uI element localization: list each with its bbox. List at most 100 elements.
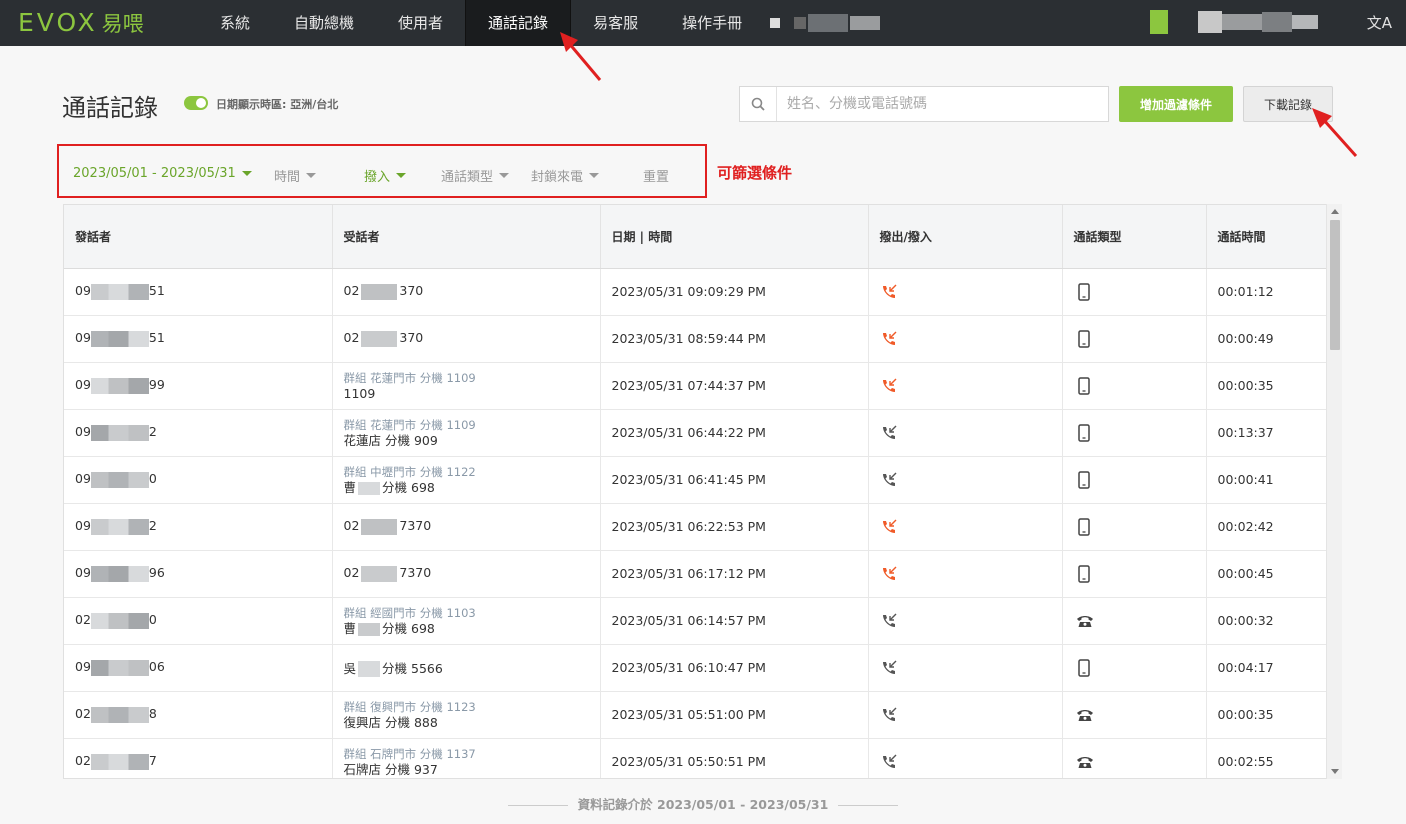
redacted-user-info[interactable] (1150, 10, 1318, 34)
redacted-number (90, 330, 149, 347)
caller-cell: 09 2 (64, 409, 333, 457)
search-box (739, 86, 1109, 122)
direction-cell (868, 456, 1063, 504)
callee-suffix: 分機 5566 (382, 660, 443, 676)
call-type-filter-label: 通話類型 (441, 170, 494, 185)
table-row[interactable]: 09 51 02 370 2023/05/31 08:59:44 PM 00:00:49 (64, 315, 1327, 363)
scroll-down-icon[interactable] (1331, 769, 1339, 774)
datetime-cell: 2023/05/31 06:22:53 PM (600, 503, 869, 551)
scroll-up-icon[interactable] (1331, 209, 1339, 214)
callee-group: 群組 花蓮門市 分機 1109 (343, 417, 476, 432)
call-type-cell (1062, 362, 1207, 410)
duration-cell: 00:04:17 (1206, 644, 1327, 692)
caller-prefix: 09 (75, 330, 91, 346)
logo-text: EVOX (18, 8, 98, 37)
reset-filters-button[interactable]: 重置 (643, 166, 669, 185)
table-header-row: 發話者 受話者 日期 | 時間 撥出/撥入 通話類型 通話時間 (64, 205, 1327, 269)
header-callee[interactable]: 受話者 (332, 205, 601, 269)
timezone-label: 日期顯示時區: 亞洲/台北 (216, 98, 339, 111)
callee-cell: 02 7370 (332, 503, 601, 551)
page-title: 通話記錄 (62, 94, 158, 122)
direction-cell (868, 315, 1063, 363)
table-row[interactable]: 09 0 群組 中壢門市 分機 1122 曹 分機 698 2023/05/31 06:4… (64, 456, 1327, 504)
time-filter-label: 時間 (274, 170, 301, 185)
caller-cell: 09 2 (64, 503, 333, 551)
table-row[interactable]: 09 2 群組 花蓮門市 分機 1109 花蓮店 分機 909 2023/05/31 0… (64, 409, 1327, 457)
call-type-cell (1062, 456, 1207, 504)
callee-prefix: 02 (343, 518, 360, 534)
table-row[interactable]: 02 7 群組 石牌門市 分機 1137 石牌店 分機 937 2023/05/31 0… (64, 738, 1327, 778)
mobile-phone-icon (1077, 470, 1090, 489)
callee-group: 群組 復興門市 分機 1123 (343, 699, 476, 714)
chevron-down-icon (306, 173, 317, 178)
table-row[interactable]: 09 99 群組 花蓮門市 分機 1109 1109 2023/05/31 07:44:… (64, 362, 1327, 410)
header-datetime[interactable]: 日期 | 時間 (600, 205, 869, 269)
caller-suffix: 96 (148, 565, 165, 581)
header-direction[interactable]: 撥出/撥入 (868, 205, 1063, 269)
callee-extension: 分機 698 (382, 620, 435, 636)
table-row[interactable]: 09 06 吳 分機 5566 2023/05/31 06:10:47 PM 00:04… (64, 644, 1327, 692)
search-input[interactable] (777, 87, 1108, 121)
nav-item-manual[interactable]: 操作手冊 (660, 0, 764, 46)
callee-name: 復興店 分機 888 (343, 714, 438, 730)
table-row[interactable]: 02 8 群組 復興門市 分機 1123 復興店 分機 888 2023/05/31 0… (64, 691, 1327, 739)
time-filter[interactable]: 時間 (274, 166, 317, 185)
direction-cell (868, 550, 1063, 598)
caller-suffix: 7 (148, 753, 157, 769)
incoming-call-icon (882, 472, 896, 486)
direction-filter[interactable]: 撥入 (364, 166, 407, 185)
translate-icon[interactable]: 文A (1367, 12, 1392, 33)
duration-cell: 00:00:35 (1206, 362, 1327, 410)
table-row[interactable]: 02 0 群組 經國門市 分機 1103 曹 分機 698 2023/05/31 06:1… (64, 597, 1327, 645)
callee-name: 曹 (343, 479, 357, 495)
table-row[interactable]: 09 51 02 370 2023/05/31 09:09:29 PM 00:01:12 (64, 268, 1327, 316)
direction-cell (868, 503, 1063, 551)
search-icon[interactable] (740, 87, 777, 121)
caller-cell: 02 0 (64, 597, 333, 645)
timezone-toggle[interactable] (184, 96, 208, 110)
duration-cell: 00:00:35 (1206, 691, 1327, 739)
scroll-thumb[interactable] (1330, 220, 1340, 350)
table-row[interactable]: 09 96 02 7370 2023/05/31 06:17:12 PM 00:00:4… (64, 550, 1327, 598)
incoming-call-icon (882, 425, 896, 439)
redacted-number (90, 283, 149, 300)
landline-phone-icon (1076, 616, 1093, 628)
nav-item-system[interactable]: 系統 (198, 0, 272, 46)
header-duration[interactable]: 通話時間 (1206, 205, 1327, 269)
callee-cell: 02 370 (332, 268, 601, 316)
call-type-cell (1062, 597, 1207, 645)
evox-logo[interactable]: EVOX 易喂 (18, 8, 198, 38)
caller-cell: 09 51 (64, 315, 333, 363)
filter-bar: 2023/05/01 - 2023/05/31 時間 撥入 通話類型 封鎖來電 … (57, 144, 707, 198)
datetime-cell: 2023/05/31 08:59:44 PM (600, 315, 869, 363)
caller-suffix: 0 (148, 612, 157, 628)
duration-cell: 00:02:55 (1206, 738, 1327, 778)
callee-cell: 群組 花蓮門市 分機 1109 花蓮店 分機 909 (332, 409, 601, 457)
direction-cell (868, 691, 1063, 739)
date-range-filter[interactable]: 2023/05/01 - 2023/05/31 (73, 166, 252, 181)
redacted-number (361, 283, 398, 300)
table-row[interactable]: 09 2 02 7370 2023/05/31 06:22:53 PM 00:02:42 (64, 503, 1327, 551)
header-call-type[interactable]: 通話類型 (1062, 205, 1207, 269)
call-type-filter[interactable]: 通話類型 (441, 166, 510, 185)
logo-cn-text: 易喂 (101, 12, 144, 36)
blocked-calls-filter[interactable]: 封鎖來電 (531, 166, 600, 185)
redacted-number (90, 706, 149, 723)
caller-suffix: 8 (148, 706, 157, 722)
caller-cell: 09 51 (64, 268, 333, 316)
incoming-call-icon (882, 707, 896, 721)
nav-item-auto-attendant[interactable]: 自動總機 (272, 0, 376, 46)
redacted-number (90, 471, 149, 488)
callee-group: 群組 石牌門市 分機 1137 (343, 746, 476, 761)
datetime-cell: 2023/05/31 06:17:12 PM (600, 550, 869, 598)
add-filter-button[interactable]: 增加過濾條件 (1119, 86, 1233, 122)
missed-call-icon (882, 331, 896, 345)
call-type-cell (1062, 738, 1207, 778)
header-caller[interactable]: 發話者 (64, 205, 333, 269)
caller-suffix: 2 (148, 518, 157, 534)
nav-item-users[interactable]: 使用者 (376, 0, 465, 46)
table-scrollbar[interactable] (1326, 204, 1342, 779)
filter-annotation: 可篩選條件 (717, 164, 793, 182)
caller-cell: 09 0 (64, 456, 333, 504)
direction-filter-label: 撥入 (364, 170, 391, 185)
